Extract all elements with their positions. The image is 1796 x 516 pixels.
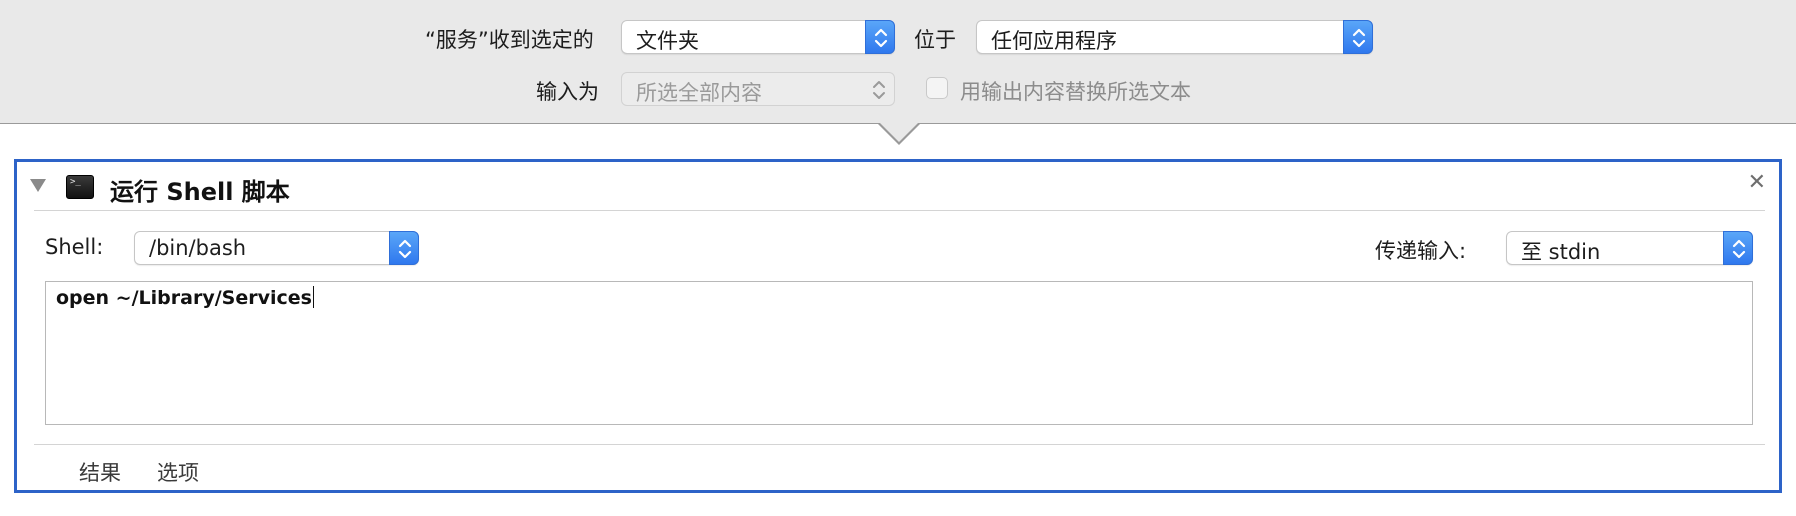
popup-stepper-icon (389, 231, 419, 265)
input-is-value: 所选全部内容 (636, 81, 762, 105)
service-receives-label: “服务”收到选定的 (425, 28, 594, 52)
popup-stepper-icon (865, 20, 895, 54)
workflow-header: “服务”收到选定的 文件夹 位于 任何应用程序 输入为 所选全部内容 用输出内容… (0, 0, 1796, 124)
shell-value: /bin/bash (149, 236, 247, 260)
shell-label: Shell: (45, 235, 104, 259)
run-shell-script-action[interactable]: >_ 运行 Shell 脚本 ✕ Shell: /bin/bash 传递输入: … (14, 159, 1782, 493)
location-label: 位于 (914, 28, 956, 52)
disclosure-triangle-icon[interactable] (30, 179, 46, 192)
script-editor[interactable]: open ~/Library/Services (45, 281, 1753, 425)
text-caret (312, 286, 314, 308)
pass-input-popup[interactable]: 至 stdin (1506, 231, 1753, 265)
service-input-type-value: 文件夹 (636, 29, 699, 53)
tab-options[interactable]: 选项 (157, 457, 199, 487)
pass-input-label: 传递输入: (1375, 239, 1467, 263)
replace-output-label: 用输出内容替换所选文本 (960, 80, 1191, 104)
popup-stepper-icon (1723, 231, 1753, 265)
popup-stepper-icon (1343, 20, 1373, 54)
script-content: open ~/Library/Services (56, 287, 312, 309)
close-icon[interactable]: ✕ (1748, 170, 1766, 196)
location-popup[interactable]: 任何应用程序 (976, 20, 1373, 54)
service-input-type-popup[interactable]: 文件夹 (621, 20, 895, 54)
replace-output-checkbox[interactable] (926, 77, 948, 99)
title-divider (34, 210, 1765, 211)
shell-popup[interactable]: /bin/bash (134, 231, 419, 265)
pass-input-value: 至 stdin (1521, 240, 1601, 264)
footer-divider (34, 444, 1765, 445)
terminal-icon: >_ (66, 175, 94, 199)
script-text-line: open ~/Library/Services (56, 286, 314, 309)
input-is-popup[interactable]: 所选全部内容 (621, 72, 895, 106)
popup-stepper-icon (864, 73, 894, 105)
action-title: 运行 Shell 脚本 (110, 178, 290, 206)
location-value: 任何应用程序 (991, 29, 1117, 53)
input-is-label: 输入为 (536, 80, 599, 104)
tab-results[interactable]: 结果 (79, 457, 121, 487)
